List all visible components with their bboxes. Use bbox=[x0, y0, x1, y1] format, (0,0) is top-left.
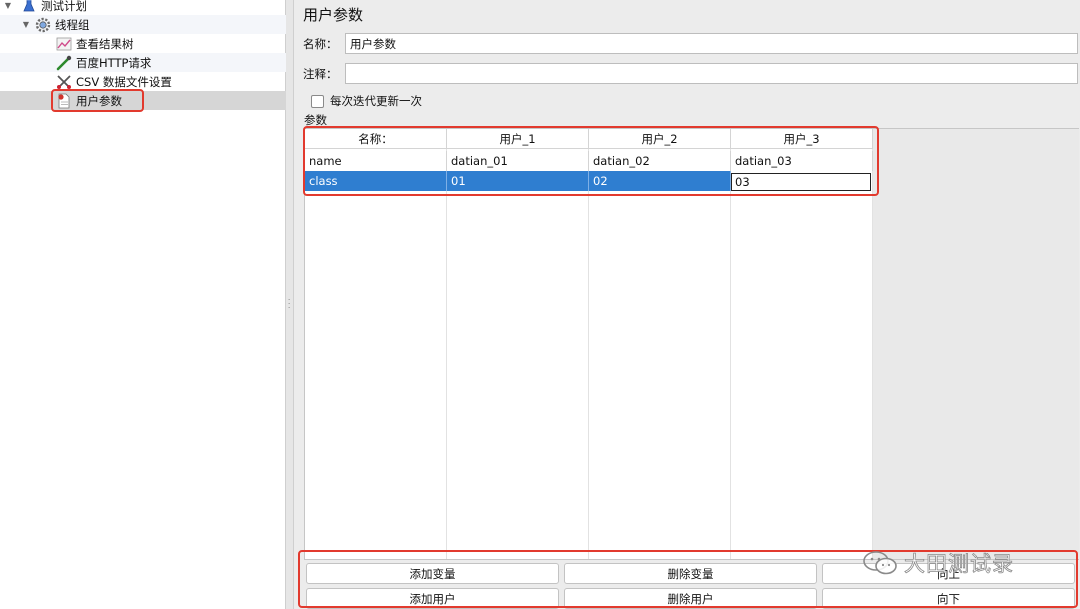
table-cell[interactable]: datian_01 bbox=[447, 151, 589, 171]
column-header-user-3[interactable]: 用户_3 bbox=[731, 129, 873, 149]
document-icon bbox=[55, 93, 73, 109]
user-parameters-panel: 用户参数 名称： 注释： 每次迭代更新一次 参数 名称： 用户_1 用户_2 用… bbox=[295, 0, 1080, 609]
tree-node-test-plan[interactable]: ▼ 测试计划 bbox=[0, 0, 286, 15]
tree-node-baidu-http-request[interactable]: 百度HTTP请求 bbox=[0, 53, 286, 72]
checkbox-label: 每次迭代更新一次 bbox=[330, 94, 422, 108]
tree-node-label: 用户参数 bbox=[76, 93, 122, 108]
page-title: 用户参数 bbox=[303, 6, 364, 24]
table-cell[interactable]: datian_02 bbox=[589, 151, 731, 171]
comment-input[interactable] bbox=[345, 63, 1078, 84]
tree-node-thread-group[interactable]: ▼ 线程组 bbox=[0, 15, 286, 34]
wechat-logo-icon bbox=[863, 551, 897, 575]
scissors-icon bbox=[55, 74, 73, 90]
table-cell-editor[interactable]: 03 bbox=[731, 173, 871, 191]
delete-variable-button[interactable]: 删除变量 bbox=[564, 563, 817, 584]
column-header-user-2[interactable]: 用户_2 bbox=[589, 129, 731, 149]
delete-user-button[interactable]: 删除用户 bbox=[564, 588, 817, 609]
watermark-text: 大田测试录 bbox=[904, 552, 1014, 577]
update-once-per-iteration-row[interactable]: 每次迭代更新一次 bbox=[311, 93, 422, 109]
name-row: 名称： bbox=[303, 33, 1078, 54]
column-header-user-1[interactable]: 用户_1 bbox=[447, 129, 589, 149]
tree-node-csv-data-set[interactable]: CSV 数据文件设置 bbox=[0, 72, 286, 91]
table-cell[interactable]: class bbox=[305, 171, 447, 191]
params-label: 参数 bbox=[304, 113, 327, 127]
table-empty-area bbox=[873, 128, 1079, 560]
name-input[interactable] bbox=[345, 33, 1078, 54]
column-header-name[interactable]: 名称： bbox=[305, 129, 447, 149]
gear-icon bbox=[34, 17, 52, 33]
expand-caret-icon[interactable]: ▼ bbox=[20, 20, 32, 29]
tree-node-view-results-tree[interactable]: 查看结果树 bbox=[0, 34, 286, 53]
table-cell[interactable]: name bbox=[305, 151, 447, 171]
flask-icon bbox=[20, 0, 38, 14]
comment-label: 注释： bbox=[303, 66, 338, 81]
add-user-button[interactable]: 添加用户 bbox=[306, 588, 559, 609]
panel-splitter[interactable]: · · · bbox=[286, 0, 294, 609]
tree-node-label: 查看结果树 bbox=[76, 36, 134, 51]
test-plan-tree: ▼ 测试计划 ▼ 线程组 查看结果树 百度HTTP请求 CSV 数据文件设置 用… bbox=[0, 0, 286, 609]
tree-node-user-parameters[interactable]: 用户参数 bbox=[0, 91, 286, 110]
parameters-table: 名称： 用户_1 用户_2 用户_3 name datian_01 datian… bbox=[304, 128, 873, 560]
table-cell[interactable]: 01 bbox=[447, 171, 589, 191]
chart-icon bbox=[55, 36, 73, 52]
comment-row: 注释： bbox=[303, 63, 1078, 84]
drag-handle-icon[interactable]: · · · bbox=[288, 297, 291, 312]
table-cell[interactable]: 02 bbox=[589, 171, 731, 191]
tree-node-label: 测试计划 bbox=[41, 0, 87, 13]
pipette-icon bbox=[55, 55, 73, 71]
add-variable-button[interactable]: 添加变量 bbox=[306, 563, 559, 584]
tree-node-label: CSV 数据文件设置 bbox=[76, 74, 172, 89]
table-cell[interactable]: datian_03 bbox=[731, 151, 873, 171]
watermark: 大田测试录 bbox=[862, 548, 1014, 578]
expand-caret-icon[interactable]: ▼ bbox=[2, 1, 14, 10]
tree-node-label: 线程组 bbox=[55, 17, 90, 32]
update-once-per-iteration-checkbox[interactable] bbox=[311, 94, 324, 108]
name-label: 名称： bbox=[303, 36, 338, 51]
tree-node-label: 百度HTTP请求 bbox=[76, 55, 152, 70]
move-down-button[interactable]: 向下 bbox=[822, 588, 1075, 609]
